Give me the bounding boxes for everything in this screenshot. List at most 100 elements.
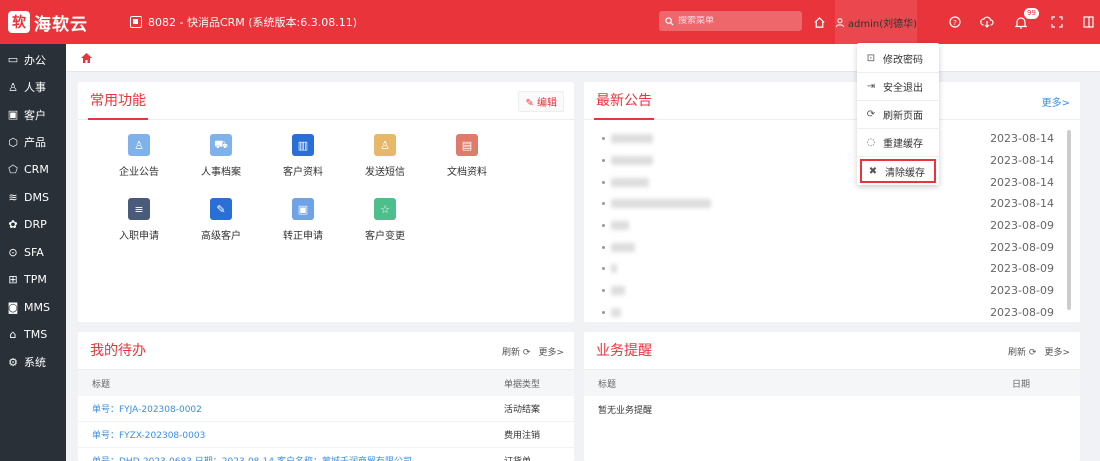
sidebar-item[interactable]: ▣ 客户 — [0, 101, 66, 129]
notice-item[interactable]: 2023-08-14 — [602, 150, 1068, 172]
notice-item[interactable]: 2023-08-09 — [602, 236, 1068, 258]
logo-text: 海软云 — [34, 14, 88, 35]
refresh-icon: ⟳ — [522, 347, 531, 358]
logo[interactable]: 软 海软云 — [0, 0, 110, 44]
lock-icon: ⊡ — [866, 53, 876, 64]
notice-date: 2023-08-09 — [990, 284, 1054, 298]
todo-row-type: 订货单 — [504, 454, 531, 461]
todo-refresh-label: 刷新 — [502, 347, 521, 358]
search-box[interactable] — [659, 11, 802, 31]
chart-icon: ▥ — [292, 134, 314, 156]
sidebar-item[interactable]: ⬡ 产品 — [0, 129, 66, 157]
notice-date: 2023-08-14 — [990, 197, 1054, 211]
notice-date: 2023-08-14 — [990, 154, 1054, 168]
function-label: 企业公告 — [119, 167, 159, 178]
todo-col-type: 单据类型 — [504, 379, 541, 390]
notices-header: 最新公告 更多> — [584, 82, 1080, 120]
notices-more-link[interactable]: 更多> — [1042, 94, 1070, 109]
sidebar-item[interactable]: ⬠ CRM — [0, 156, 66, 184]
user-dropdown-menu: ⊡ 修改密码 ⇥ 安全退出 ⟳ 刷新页面 ◌ 重建缓存 ✖ 清除缓存 — [857, 43, 939, 185]
todo-title: 我的待办 — [90, 342, 146, 359]
sidebar-item[interactable]: ♙ 人事 — [0, 74, 66, 102]
grid-icon: ⊞ — [8, 273, 18, 287]
cart-icon: ⛟ — [210, 134, 232, 156]
todo-row-title[interactable]: 单号：DHD-2023-0683 日期：2023-08-14 客户名称：蒙城千润… — [92, 454, 412, 461]
user-menu-trigger[interactable]: admin(刘德华) — [835, 0, 917, 44]
menu-item-label: 安全退出 — [883, 83, 923, 94]
function-item[interactable]: ▤ 文档资料 — [426, 134, 508, 198]
notice-item[interactable]: 2023-08-14 — [602, 193, 1068, 215]
notice-item[interactable]: 2023-08-14 — [602, 128, 1068, 150]
reminders-refresh-button[interactable]: 刷新 ⟳ — [1008, 345, 1036, 358]
sidebar-item[interactable]: ⚙ 系统 — [0, 349, 66, 377]
fullscreen-icon[interactable] — [1047, 12, 1067, 32]
common-functions-header: 常用功能 ✎ 编辑 — [78, 82, 574, 120]
sidebar-item[interactable]: ≋ DMS — [0, 184, 66, 212]
sidebar-item[interactable]: ⊞ TPM — [0, 266, 66, 294]
notices-panel: 最新公告 更多> 2023-08-14 2023-08-14 2023-08-14 2… — [584, 82, 1080, 322]
sidebar-item[interactable]: ⌂ TMS — [0, 321, 66, 349]
system-title: 8082 - 快消品CRM (系统版本:6.3.08.11) — [130, 14, 357, 30]
menu-item[interactable]: ⊡ 修改密码 — [857, 45, 939, 73]
home-icon[interactable] — [80, 52, 93, 64]
tag-icon: ⬠ — [8, 163, 18, 177]
notice-scrollbar[interactable] — [1067, 130, 1071, 310]
function-item[interactable]: ⛟ 人事档案 — [180, 134, 262, 198]
sidebar-item[interactable]: ▭ 办公 — [0, 46, 66, 74]
function-item[interactable]: ✎ 高级客户 — [180, 198, 262, 262]
notice-item[interactable]: 2023-08-09 — [602, 280, 1068, 302]
notice-date: 2023-08-14 — [990, 132, 1054, 146]
sidebar-item[interactable]: ✿ DRP — [0, 211, 66, 239]
table-row[interactable]: 单号：FYZX-202308-0003 费用注销 — [78, 422, 574, 448]
notice-item[interactable]: 2023-08-14 — [602, 171, 1068, 193]
location-icon: ⊙ — [8, 245, 18, 259]
briefcase-icon: ▣ — [292, 198, 314, 220]
table-row[interactable]: 单号：DHD-2023-0683 日期：2023-08-14 客户名称：蒙城千润… — [78, 448, 574, 461]
sidebar-item[interactable]: ⊙ SFA — [0, 239, 66, 267]
notice-date: 2023-08-09 — [990, 219, 1054, 233]
system-title-text: 8082 - 快消品CRM (系统版本:6.3.08.11) — [148, 16, 358, 29]
search-input[interactable] — [678, 16, 798, 26]
table-row[interactable]: 单号：FYJA-202308-0002 活动结案 — [78, 396, 574, 422]
todo-row-title[interactable]: 单号：FYZX-202308-0003 — [92, 428, 205, 441]
sidebar-item-label: 办公 — [24, 53, 46, 67]
side-panel-icon[interactable] — [1078, 12, 1098, 32]
todo-table-body: 单号：FYJA-202308-0002 活动结案 单号：FYZX-202308-00… — [78, 396, 574, 461]
sidebar-item-label: SFA — [24, 245, 44, 259]
money-icon: ◙ — [7, 300, 19, 314]
notice-item[interactable]: 2023-08-09 — [602, 302, 1068, 324]
function-item[interactable]: ♙ 企业公告 — [98, 134, 180, 198]
menu-item[interactable]: ⟳ 刷新页面 — [857, 101, 939, 129]
help-icon[interactable]: ? — [945, 12, 965, 32]
function-item[interactable]: ≡ 入职申请 — [98, 198, 180, 262]
function-item[interactable]: ☆ 客户变更 — [344, 198, 426, 262]
function-item[interactable]: ▥ 客户资料 — [262, 134, 344, 198]
cube-icon: ⬡ — [8, 135, 18, 149]
sidebar-item[interactable]: ◙ MMS — [0, 294, 66, 322]
cloud-download-icon[interactable] — [977, 12, 997, 32]
function-item[interactable]: ♙ 发送短信 — [344, 134, 426, 198]
reminders-more-link[interactable]: 更多> — [1044, 345, 1070, 358]
function-label: 客户资料 — [283, 167, 323, 178]
sidebar-item-label: CRM — [24, 163, 49, 177]
todo-refresh-button[interactable]: 刷新 ⟳ — [502, 345, 530, 358]
edit-button[interactable]: ✎ 编辑 — [518, 90, 564, 112]
todo-row-title[interactable]: 单号：FYJA-202308-0002 — [92, 402, 202, 415]
menu-item[interactable]: ✖ 清除缓存 — [860, 159, 936, 183]
menu-item[interactable]: ⇥ 安全退出 — [857, 73, 939, 101]
function-item[interactable]: ▣ 转正申请 — [262, 198, 344, 262]
notice-title-blurred — [602, 177, 649, 187]
todo-more-link[interactable]: 更多> — [538, 345, 564, 358]
notice-list: 2023-08-14 2023-08-14 2023-08-14 2023-08-14… — [584, 120, 1080, 323]
search-icon — [665, 16, 674, 26]
menu-item[interactable]: ◌ 重建缓存 — [857, 129, 939, 157]
notice-item[interactable]: 2023-08-09 — [602, 258, 1068, 280]
reminders-header: 业务提醒 刷新 ⟳ 更多> — [584, 332, 1080, 370]
home-icon[interactable] — [809, 12, 829, 32]
svg-text:?: ? — [953, 19, 957, 27]
notice-item[interactable]: 2023-08-09 — [602, 215, 1068, 237]
star-icon: ☆ — [374, 198, 396, 220]
menu-item-label: 修改密码 — [883, 55, 923, 66]
reminders-col-title: 标题 — [598, 379, 617, 390]
refresh-icon: ⟳ — [866, 109, 876, 120]
